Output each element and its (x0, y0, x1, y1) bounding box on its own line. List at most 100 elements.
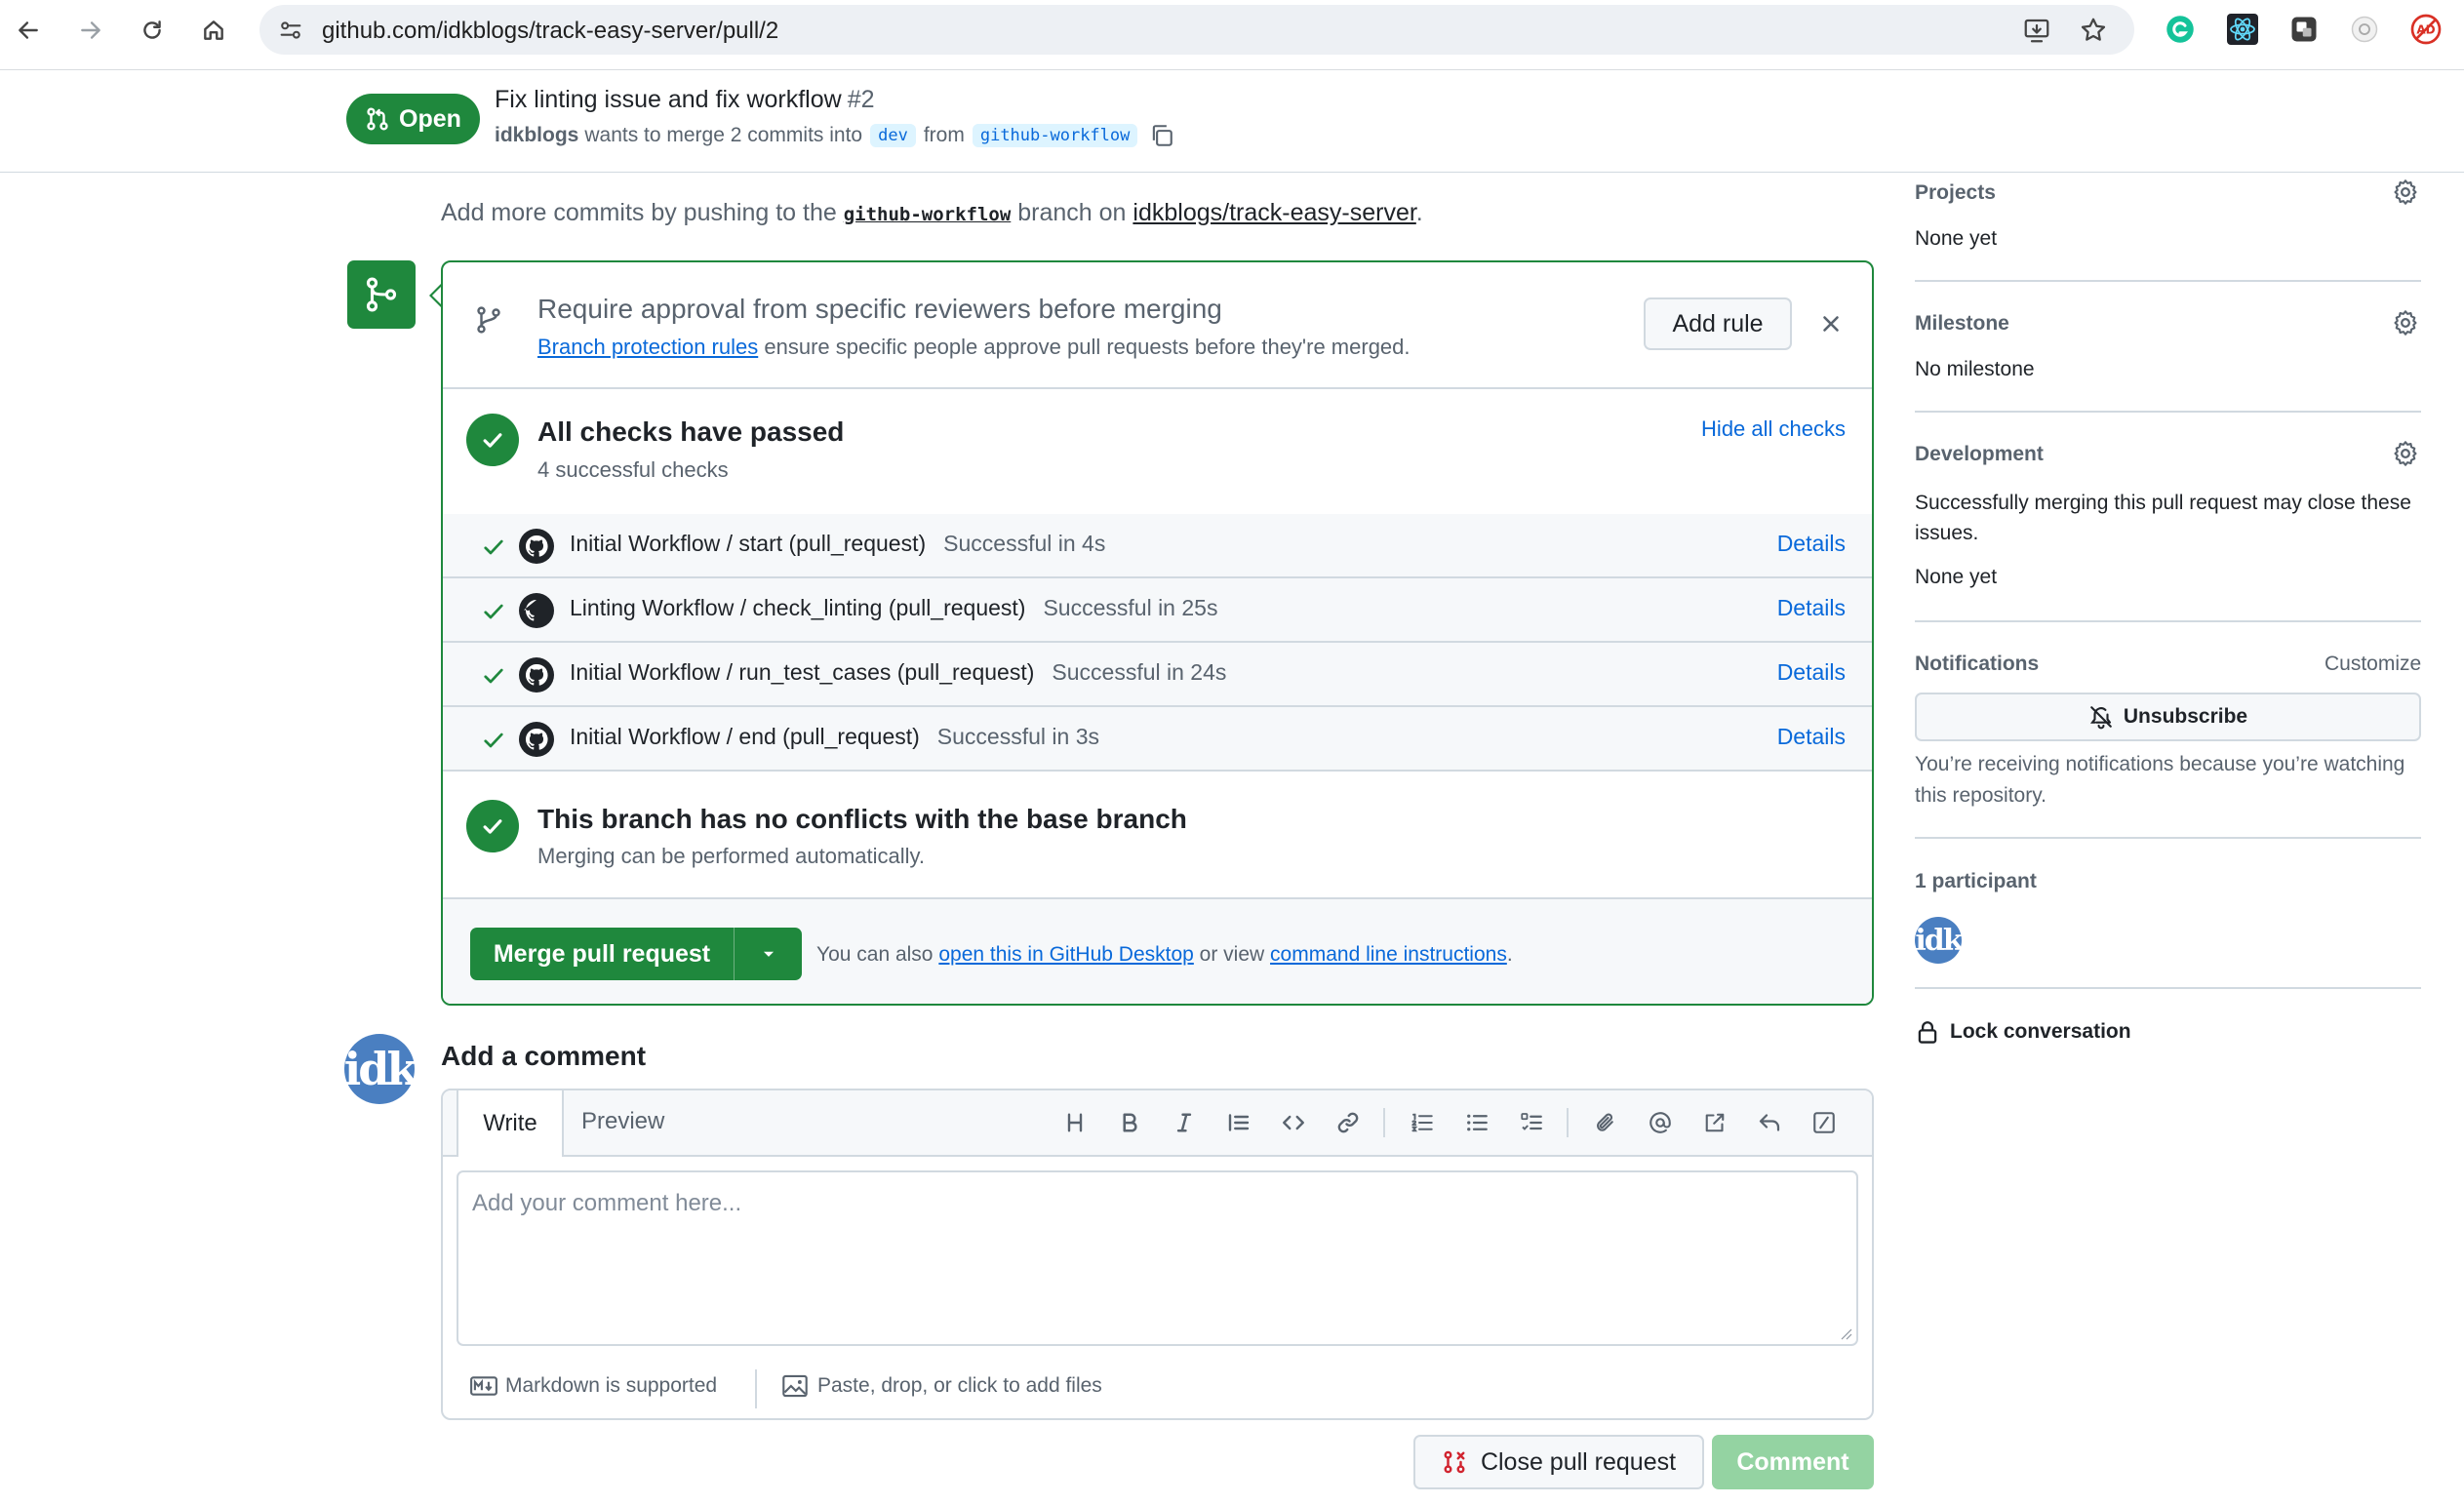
triangle-down-icon[interactable] (735, 945, 802, 963)
merge-box: Require approval from specific reviewers… (441, 260, 1874, 1006)
resize-handle-icon[interactable] (1839, 1327, 1852, 1340)
check-name: Initial Workflow / run_test_cases (pull_… (570, 659, 1226, 686)
back-icon[interactable] (12, 14, 45, 47)
merge-actions: Merge pull request You can also open thi… (443, 897, 1872, 1004)
avatar[interactable]: idk (344, 1034, 417, 1104)
grammarly-icon[interactable] (2164, 13, 2197, 46)
repo-link[interactable]: idkblogs/track-easy-server (1133, 199, 1415, 226)
pr-state-badge: Open (346, 94, 480, 144)
check-row: Initial Workflow / end (pull_request) Suc… (443, 707, 1872, 772)
close-icon[interactable] (1818, 311, 1844, 337)
slash-commands-icon[interactable] (1807, 1105, 1842, 1140)
participant-avatar[interactable]: idk (1915, 917, 1964, 964)
sidebar-divider (1915, 620, 2421, 622)
attach-note-text: Paste, drop, or click to add files (817, 1374, 1102, 1397)
comment-textarea[interactable]: Add your comment here... (457, 1170, 1858, 1346)
forward-icon[interactable] (74, 14, 107, 47)
gear-icon[interactable] (2391, 178, 2420, 207)
pr-author-link[interactable]: idkblogs (495, 124, 578, 147)
ordered-list-icon[interactable] (1405, 1105, 1440, 1140)
bold-icon[interactable] (1112, 1105, 1147, 1140)
copy-icon[interactable] (1149, 123, 1174, 148)
pr-number: #2 (847, 86, 875, 113)
tab-write[interactable]: Write (457, 1090, 564, 1157)
pr-subtitle: idkblogs wants to merge 2 commits into d… (495, 123, 1174, 148)
address-bar[interactable]: github.com/idkblogs/track-easy-server/pu… (259, 5, 2134, 55)
pr-title-text: Fix linting issue and fix workflow (495, 86, 842, 113)
rule-text: ensure specific people approve pull requ… (764, 335, 1411, 359)
add-commits-branch[interactable]: github-workflow (844, 204, 1012, 225)
check-icon (482, 664, 505, 688)
check-details-link[interactable]: Details (1777, 724, 1846, 750)
check-status: Successful in 24s (1052, 659, 1227, 685)
github-actions-avatar (519, 529, 554, 564)
checks-subtitle: 4 successful checks (537, 457, 729, 482)
sidebar-milestone-label[interactable]: Milestone (1915, 312, 2009, 336)
check-status: Successful in 4s (943, 531, 1106, 556)
url-text: github.com/idkblogs/track-easy-server/pu… (322, 18, 779, 44)
bookmark-star-icon[interactable] (2079, 16, 2108, 45)
code-icon[interactable] (1276, 1105, 1311, 1140)
quote-icon[interactable] (1221, 1105, 1256, 1140)
github-actions-avatar (519, 593, 554, 628)
add-rule-button[interactable]: Add rule (1644, 297, 1792, 350)
command-line-link[interactable]: command line instructions (1270, 943, 1507, 966)
add-commits-prefix: Add more commits by pushing to the (441, 199, 837, 226)
link-icon[interactable] (1331, 1105, 1366, 1140)
install-app-icon[interactable] (2022, 16, 2051, 45)
sidebar-divider (1915, 280, 2421, 282)
sidebar-development-label[interactable]: Development (1915, 443, 2044, 466)
hide-checks-link[interactable]: Hide all checks (1701, 416, 1846, 442)
gear-icon[interactable] (2391, 308, 2420, 337)
site-info-icon[interactable] (277, 17, 304, 44)
check-icon (482, 535, 505, 559)
sidebar-projects-label[interactable]: Projects (1915, 181, 1996, 205)
lock-conversation-button[interactable]: Lock conversation (1915, 1019, 2131, 1045)
pr-title: Fix linting issue and fix workflow #2 (495, 86, 875, 114)
open-desktop-link[interactable]: open this in GitHub Desktop (938, 943, 1193, 966)
sidebar-participants-label: 1 participant (1915, 870, 2037, 892)
head-branch-chip[interactable]: github-workflow (972, 124, 1138, 147)
check-details-link[interactable]: Details (1777, 659, 1846, 686)
attach-files-note[interactable]: Paste, drop, or click to add files (782, 1374, 1102, 1398)
close-pull-request-button[interactable]: Close pull request (1413, 1435, 1704, 1489)
unordered-list-icon[interactable] (1459, 1105, 1494, 1140)
branch-protection-link[interactable]: Branch protection rules (537, 335, 758, 359)
reply-icon[interactable] (1752, 1105, 1787, 1140)
notifications-text: You’re receiving notifications because y… (1915, 753, 2405, 807)
pr-header: Open Fix linting issue and fix workflow #… (0, 70, 2464, 173)
comment-button[interactable]: Comment (1712, 1435, 1874, 1489)
italic-icon[interactable] (1167, 1105, 1202, 1140)
gear-icon[interactable] (2391, 439, 2420, 468)
reload-icon[interactable] (136, 14, 169, 47)
check-icon (482, 729, 505, 752)
customize-link[interactable]: Customize (2325, 653, 2421, 676)
task-list-icon[interactable] (1514, 1105, 1549, 1140)
extension-icon[interactable] (2348, 13, 2381, 46)
pr-state-label: Open (399, 104, 461, 133)
check-details-link[interactable]: Details (1777, 531, 1846, 557)
check-status: Successful in 25s (1043, 595, 1218, 620)
check-circle-icon (466, 800, 519, 852)
extension-icon[interactable] (2287, 13, 2321, 46)
svg-text:AD: AD (2416, 23, 2435, 37)
base-branch-chip[interactable]: dev (870, 124, 916, 147)
rule-description: Branch protection rules ensure specific … (537, 335, 1411, 360)
adblock-icon[interactable]: AD (2409, 13, 2443, 46)
check-details-link[interactable]: Details (1777, 595, 1846, 621)
unsubscribe-button[interactable]: Unsubscribe (1915, 693, 2421, 741)
github-actions-avatar (519, 657, 554, 693)
markdown-note-text: Markdown is supported (505, 1374, 718, 1397)
cross-reference-icon[interactable] (1697, 1105, 1732, 1140)
heading-icon[interactable] (1057, 1105, 1093, 1140)
sidebar-notifications-label: Notifications (1915, 653, 2040, 675)
markdown-note[interactable]: Markdown is supported (470, 1374, 717, 1398)
merge-pull-request-button[interactable]: Merge pull request (470, 928, 802, 980)
react-devtools-icon[interactable] (2226, 13, 2259, 46)
sidebar-divider (1915, 411, 2421, 413)
home-icon[interactable] (197, 14, 230, 47)
tab-preview[interactable]: Preview (581, 1108, 664, 1135)
check-status: Successful in 3s (936, 724, 1099, 749)
mention-icon[interactable] (1643, 1105, 1678, 1140)
paperclip-icon[interactable] (1588, 1105, 1623, 1140)
